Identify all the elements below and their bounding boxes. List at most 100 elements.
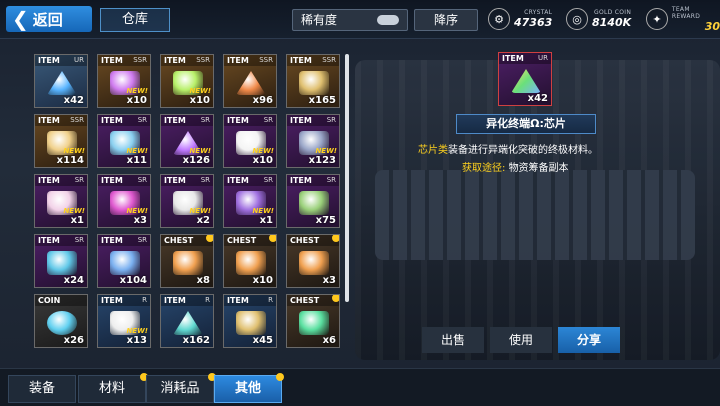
item-quantity: x42 [63,95,84,106]
tab-other[interactable]: 其他 [214,373,284,403]
item-quantity: x26 [63,335,84,346]
inventory-item-rod[interactable]: ITEM SSR NEW! x10 [160,54,214,108]
tab-materials[interactable]: 材料 [78,373,148,403]
detail-item-rarity: UR [538,54,548,62]
item-type-label: COIN [38,296,61,305]
inventory-item-prism-chip[interactable]: ITEM Rx162 [160,294,214,348]
item-type-label: ITEM [38,176,60,185]
item-quantity: x8 [196,275,210,286]
item-quantity: x13 [126,335,147,346]
inventory-item-prism-chip[interactable]: ITEM SR NEW! x126 [160,114,214,168]
order-button[interactable]: 降序 [414,9,478,31]
item-type-label: ITEM [290,56,312,65]
item-type-label: CHEST [227,236,257,245]
barrel-icon [299,71,329,95]
item-quantity: x162 [182,335,210,346]
item-type-label: ITEM [227,56,249,65]
inventory-grid: ITEM UR x42 ITEM SSR NEW! x10 ITEM SSR NEW! x10 ITE… [30,50,346,350]
item-type-label: ITEM [38,56,60,65]
item-type-label: ITEM [101,56,123,65]
item-type-label: CHEST [290,236,320,245]
inventory-item-chest[interactable]: CHEST x3 [286,234,340,288]
item-quantity: x75 [315,215,336,226]
inventory-item-prism-chip[interactable]: ITEM UR x42 [34,54,88,108]
inventory-item-tickets[interactable]: ITEM SSR NEW! x114 [34,114,88,168]
inventory-item-scroll[interactable]: ITEM R NEW! x13 [97,294,151,348]
use-button[interactable]: 使用 [490,327,552,353]
item-quantity: x3 [133,215,147,226]
inventory-item-bracelet[interactable]: ITEM SR x24 [34,234,88,288]
inventory-item-barrel[interactable]: ITEM Rx45 [223,294,277,348]
inventory-item-feather[interactable]: ITEM SR NEW! x2 [160,174,214,228]
item-quantity: x165 [308,95,336,106]
back-button[interactable]: ❮ 返回 [6,6,92,32]
new-badge: NEW! [252,207,274,215]
new-badge: NEW! [63,207,85,215]
detail-desc-text: 装备进行异端化突破的终极材料。 [448,145,598,156]
category-tab-bar: 装备 材料 消耗品 其他 [0,368,720,406]
tab-materials-label: 材料 [98,381,125,396]
notification-dot-icon [332,295,339,302]
item-rarity-label: SR [326,176,336,184]
inventory-item-bottle[interactable]: ITEM SR NEW! x11 [97,114,151,168]
inventory-item-coin[interactable]: COIN x26 [34,294,88,348]
item-type-label: CHEST [164,236,194,245]
item-type-label: ITEM [227,296,249,305]
item-rarity-label: R [205,296,210,304]
item-rarity-label: SR [263,176,273,184]
item-type-label: ITEM [164,176,186,185]
inventory-item-pendant[interactable]: ITEM SR NEW! x3 [97,174,151,228]
new-badge: NEW! [189,207,211,215]
item-type-label: ITEM [164,296,186,305]
inventory-item-chest[interactable]: CHEST x6 [286,294,340,348]
inventory-item-ice-cream[interactable]: ITEM SR NEW! x1 [34,174,88,228]
crystal-label: CRYSTAL [524,9,553,16]
sort-rarity-toggle[interactable]: 稀有度 [292,9,408,31]
chest-icon [173,251,203,275]
share-button[interactable]: 分享 [558,327,620,353]
detail-source: 获取途径: 物资筹备副本 [462,159,569,174]
team-reward-label: TEAM REWARD [671,5,701,20]
inventory-item-dice[interactable]: ITEM SR NEW! x10 [223,114,277,168]
sell-button[interactable]: 出售 [422,327,484,353]
crystal-counter: ⚙ CRYSTAL 47363 [488,5,552,33]
item-quantity: x114 [56,155,84,166]
gold-coin-label: GOLD COIN [594,9,632,16]
detail-source-text: 物资筹备副本 [508,163,569,174]
item-quantity: x1 [259,215,273,226]
inventory-item-chest[interactable]: CHEST x10 [223,234,277,288]
inventory-item-barrel[interactable]: ITEM SR x75 [286,174,340,228]
item-quantity: x1 [70,215,84,226]
tab-other-label: 其他 [234,381,261,396]
item-type-label: ITEM [290,116,312,125]
toggle-switch-icon [377,15,399,25]
item-quantity: x24 [63,275,84,286]
tab-consumables-label: 消耗品 [160,381,200,396]
inventory-item-book[interactable]: ITEM SR NEW! x1 [223,174,277,228]
item-quantity: x45 [252,335,273,346]
tab-consumables[interactable]: 消耗品 [146,373,216,403]
chest-icon [299,311,329,335]
inventory-item-barrel[interactable]: ITEM SSR x165 [286,54,340,108]
inventory-item-rod[interactable]: ITEM SSR NEW! x10 [97,54,151,108]
item-quantity: x10 [252,155,273,166]
item-quantity: x126 [182,155,210,166]
item-type-label: ITEM [227,176,249,185]
inventory-item-prism-chip[interactable]: ITEM SSR x96 [223,54,277,108]
inventory-item-battery[interactable]: ITEM SR NEW! x123 [286,114,340,168]
tab-equipment[interactable]: 装备 [8,375,76,403]
inventory-item-chest[interactable]: CHEST x8 [160,234,214,288]
item-rarity-label: SR [137,176,147,184]
grid-scrollbar[interactable] [345,54,349,302]
chest-icon [236,251,266,275]
prism-chip-icon [511,69,541,93]
item-type-label: ITEM [101,296,123,305]
notification-dot-icon [269,235,276,242]
inventory-item-tickets[interactable]: ITEM SR x104 [97,234,151,288]
detail-item-type: ITEM [502,54,524,63]
chevron-left-icon: ❮ [12,7,29,31]
detail-desc-highlight: 芯片类 [418,145,448,156]
item-rarity-label: SR [137,116,147,124]
detail-item-cell: ITEM UR x42 [498,52,552,106]
notification-dot-icon [206,235,213,242]
